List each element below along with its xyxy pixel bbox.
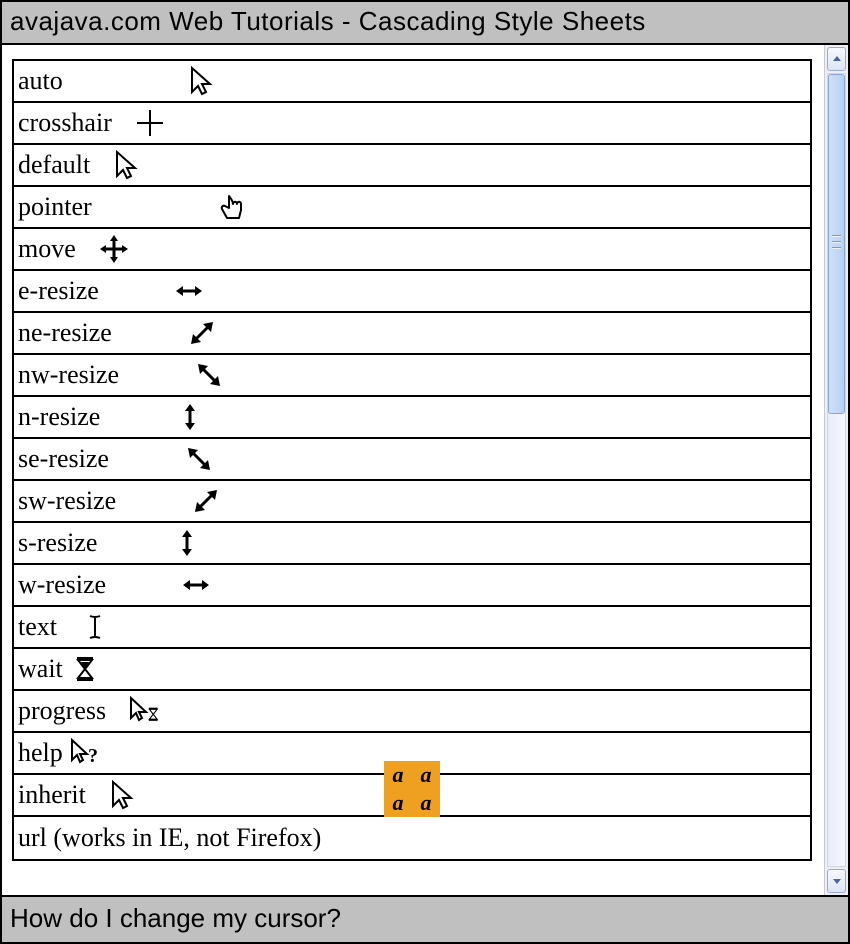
cursor-row[interactable]: url (works in IE, not Firefox) (14, 817, 810, 859)
cursor-label: crosshair (18, 108, 112, 138)
cursor-label: progress (18, 696, 106, 726)
cursor-nwse-resize-icon (179, 439, 219, 479)
cursor-row[interactable]: inheritaaaa (14, 775, 810, 817)
cursor-text-icon (75, 607, 115, 647)
cursor-label: s-resize (18, 528, 97, 558)
cursor-nesw-resize-icon (186, 481, 226, 521)
cursor-row[interactable]: se-resize (14, 439, 810, 481)
cursor-nwse-resize-icon (189, 355, 229, 395)
cursor-label: wait (18, 654, 63, 684)
cursor-label: ne-resize (18, 318, 112, 348)
cursor-wait-icon (65, 649, 105, 689)
cursor-label: e-resize (18, 276, 99, 306)
cursor-row[interactable]: pointer (14, 187, 810, 229)
cursor-ew-resize-icon (176, 565, 216, 605)
cursor-nesw-resize-icon (182, 313, 222, 353)
cursor-default-icon (183, 61, 223, 101)
cursor-style-table: auto crosshair default pointer move e-resize n… (12, 59, 812, 861)
scroll-up-button[interactable] (827, 47, 846, 71)
cursor-label: n-resize (18, 402, 100, 432)
cursor-default-icon (104, 775, 144, 815)
scrollbar-track[interactable] (827, 73, 846, 867)
content-area: auto crosshair default pointer move e-resize n… (2, 45, 848, 895)
cursor-row[interactable]: crosshair (14, 103, 810, 145)
cursor-crosshair-icon (130, 103, 170, 143)
vertical-scrollbar[interactable] (824, 45, 848, 895)
cursor-label: text (18, 612, 57, 642)
cursor-ew-resize-icon (169, 271, 209, 311)
cursor-label: inherit (18, 780, 86, 810)
cursor-label: nw-resize (18, 360, 119, 390)
cursor-row[interactable]: text (14, 607, 810, 649)
cursor-label: pointer (18, 192, 92, 222)
cursor-default-icon (108, 145, 148, 185)
cursor-row[interactable]: n-resize (14, 397, 810, 439)
cursor-progress-icon (124, 691, 164, 731)
cursor-label: default (18, 150, 90, 180)
cursor-row[interactable]: w-resize (14, 565, 810, 607)
page-content: auto crosshair default pointer move e-resize n… (2, 45, 824, 895)
cursor-label: help (18, 738, 63, 768)
cursor-row[interactable]: e-resize (14, 271, 810, 313)
cursor-label: url (works in IE, not Firefox) (18, 823, 321, 853)
cursor-row[interactable]: s-resize (14, 523, 810, 565)
cursor-row[interactable]: wait (14, 649, 810, 691)
cursor-row[interactable]: auto (14, 61, 810, 103)
cursor-row[interactable]: nw-resize (14, 355, 810, 397)
cursor-pointer-icon (212, 187, 252, 227)
custom-cursor-badge-icon: aaaa (384, 761, 440, 817)
cursor-row[interactable]: move (14, 229, 810, 271)
cursor-ns-resize-icon (170, 397, 210, 437)
cursor-row[interactable]: default (14, 145, 810, 187)
cursor-help-icon (65, 733, 105, 773)
cursor-label: se-resize (18, 444, 109, 474)
status-bar: How do I change my cursor? (2, 895, 848, 942)
cursor-label: sw-resize (18, 486, 116, 516)
cursor-row[interactable]: ne-resize (14, 313, 810, 355)
browser-window: avajava.com Web Tutorials - Cascading St… (0, 0, 850, 944)
scrollbar-thumb[interactable] (828, 74, 845, 414)
cursor-row[interactable]: progress (14, 691, 810, 733)
scroll-down-button[interactable] (827, 869, 846, 893)
cursor-ns-resize-icon (167, 523, 207, 563)
cursor-label: move (18, 234, 76, 264)
cursor-move-icon (94, 229, 134, 269)
cursor-label: auto (18, 66, 63, 96)
cursor-label: w-resize (18, 570, 106, 600)
cursor-row[interactable]: sw-resize (14, 481, 810, 523)
window-title: avajava.com Web Tutorials - Cascading St… (2, 2, 848, 45)
